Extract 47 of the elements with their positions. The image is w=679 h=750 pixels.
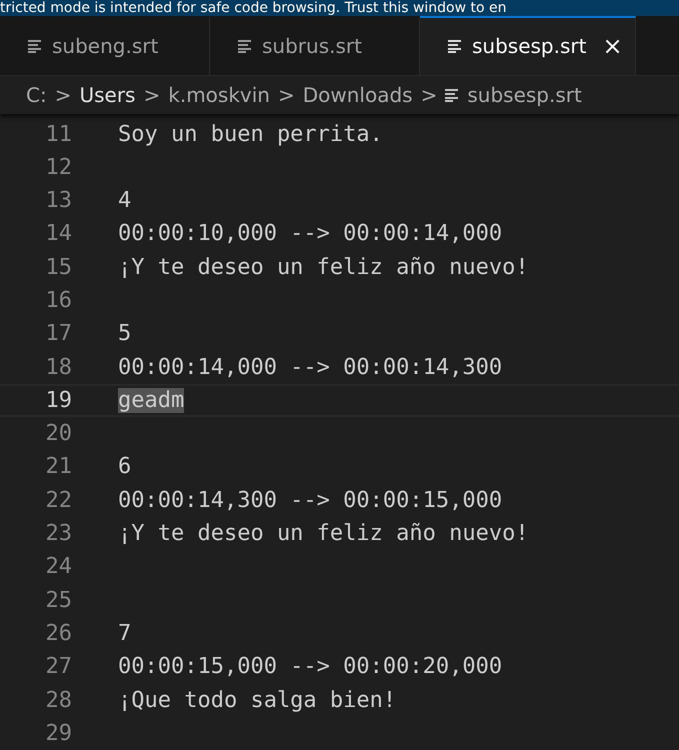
line-number: 15 xyxy=(44,254,72,280)
line-number: 27 xyxy=(44,654,72,680)
lines-icon xyxy=(448,39,462,54)
lines-icon xyxy=(238,39,252,54)
breadcrumb-item[interactable]: Users xyxy=(79,82,136,107)
chevron-icon: > xyxy=(420,82,438,107)
breadcrumb-item[interactable]: Downloads xyxy=(302,82,413,107)
line-number: 11 xyxy=(44,122,72,146)
code-line: 6 xyxy=(118,454,132,480)
line-number: 19 xyxy=(44,388,72,413)
line-number: 26 xyxy=(44,620,72,646)
lines-icon xyxy=(28,39,42,54)
lines-icon xyxy=(445,88,460,102)
breadcrumb-item[interactable]: C: xyxy=(26,82,47,107)
line-number: 17 xyxy=(44,321,72,346)
line-number: 21 xyxy=(44,454,72,480)
code-line: 4 xyxy=(118,188,132,214)
code-line: ¡Y te deseo un feliz año nuevo! xyxy=(118,254,529,280)
line-number: 20 xyxy=(44,421,72,446)
chevron-icon: > xyxy=(143,82,160,107)
code-line: 00:00:14,300 --> 00:00:15,000 xyxy=(118,488,502,513)
line-number: 12 xyxy=(44,154,72,180)
breadcrumb-item[interactable]: subsesp.srt xyxy=(467,82,582,107)
line-number: 23 xyxy=(44,521,72,546)
line-number: 13 xyxy=(44,188,72,214)
code-line: 7 xyxy=(118,620,132,646)
chevron-icon: > xyxy=(278,82,295,107)
restricted-mode-banner: tricted mode is intended for safe code browsing. Trust this window to en xyxy=(0,0,679,16)
breadcrumb-item[interactable]: k.moskvin xyxy=(168,82,270,107)
code-line: ¡Que todo salga bien! xyxy=(118,688,396,713)
line-number: 18 xyxy=(44,354,72,380)
code-line: 00:00:10,000 --> 00:00:14,000 xyxy=(118,221,502,246)
line-number: 28 xyxy=(44,688,72,713)
line-number: 24 xyxy=(44,554,72,580)
code-line: Soy un buen perrita. xyxy=(118,122,383,146)
code-line: 00:00:15,000 --> 00:00:20,000 xyxy=(118,654,502,680)
line-number: 16 xyxy=(44,288,72,313)
line-number: 22 xyxy=(44,488,72,513)
line-number: 29 xyxy=(44,720,72,746)
chevron-icon: > xyxy=(54,82,72,107)
line-number: 14 xyxy=(44,221,72,246)
close-icon[interactable]: × xyxy=(602,32,623,60)
code-line: ¡Y te deseo un feliz año nuevo! xyxy=(118,521,529,546)
editor-tab[interactable]: subsesp.srt × xyxy=(420,16,636,75)
line-number: 25 xyxy=(44,588,72,613)
code-line: 5 xyxy=(118,321,132,346)
code-line: 00:00:14,000 --> 00:00:14,300 xyxy=(118,354,502,380)
